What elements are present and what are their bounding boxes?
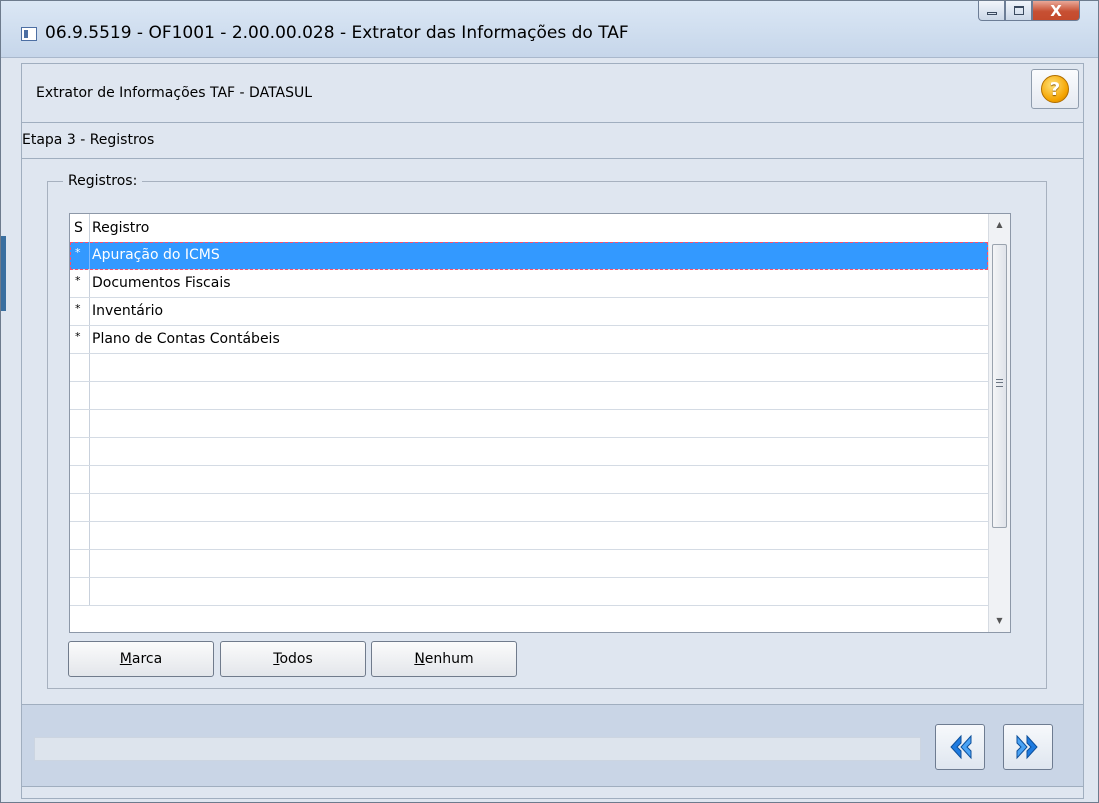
empty-cell (70, 438, 90, 465)
empty-cell (70, 578, 90, 605)
empty-cell (70, 494, 90, 521)
empty-cell (70, 354, 90, 381)
empty-row (70, 494, 988, 522)
empty-row (70, 354, 988, 382)
table-row[interactable]: * Documentos Fiscais (70, 270, 988, 298)
minimize-icon (986, 12, 997, 15)
double-right-arrow-icon (1016, 734, 1038, 760)
empty-row (70, 578, 988, 606)
empty-row (70, 382, 988, 410)
header-title: Extrator de Informações TAF - DATASUL (36, 85, 313, 101)
maximize-button[interactable] (1005, 1, 1032, 21)
column-header-registro[interactable]: Registro (90, 214, 988, 242)
nenhum-button[interactable]: Nenhum (371, 641, 517, 677)
back-button[interactable] (935, 724, 985, 770)
registros-grid[interactable]: S Registro * Apuração do ICMS * Documentos … (69, 213, 1011, 633)
close-icon: X (1050, 1, 1062, 20)
table-row[interactable]: * Apuração do ICMS (70, 242, 988, 270)
table-row[interactable]: * Plano de Contas Contábeis (70, 326, 988, 354)
empty-row (70, 410, 988, 438)
empty-cell (70, 410, 90, 437)
background-window-edge (1, 236, 6, 311)
forward-button[interactable] (1003, 724, 1053, 770)
help-icon: ? (1041, 75, 1069, 103)
marca-label: arca (131, 651, 163, 667)
nenhum-mnemonic: N (414, 651, 425, 667)
marca-button[interactable]: Marca (68, 641, 214, 677)
todos-button[interactable]: Todos (220, 641, 366, 677)
step-bar: Etapa 3 - Registros (21, 123, 1084, 159)
app-icon (21, 27, 37, 41)
grip-icon (996, 379, 1003, 387)
main-window: 06.9.5519 - OF1001 - 2.00.00.028 - Extra… (0, 0, 1099, 803)
empty-row (70, 522, 988, 550)
cell-selection-mark: * (70, 326, 90, 353)
empty-cell (70, 550, 90, 577)
cell-registro: Plano de Contas Contábeis (92, 331, 280, 347)
table-row[interactable]: * Inventário (70, 298, 988, 326)
empty-row (70, 550, 988, 578)
cell-selection-mark: * (70, 298, 90, 325)
step-title: Etapa 3 - Registros (22, 132, 155, 148)
groupbox-label: Registros: (63, 173, 143, 189)
cell-registro: Inventário (92, 303, 164, 319)
header-panel: Extrator de Informações TAF - DATASUL ? (21, 63, 1084, 123)
empty-cell (70, 522, 90, 549)
close-button[interactable]: X (1032, 1, 1080, 21)
empty-cell (70, 382, 90, 409)
maximize-icon (1013, 6, 1024, 15)
double-left-arrow-icon (950, 734, 972, 760)
bottom-strip (21, 787, 1084, 799)
marca-mnemonic: M (119, 651, 132, 667)
cell-registro: Documentos Fiscais (92, 275, 231, 291)
window-title: 06.9.5519 - OF1001 - 2.00.00.028 - Extra… (45, 23, 629, 43)
minimize-button[interactable] (978, 1, 1005, 21)
window-controls: X (978, 1, 1080, 37)
scroll-up-icon[interactable]: ▲ (989, 216, 1010, 234)
column-header-s[interactable]: S (70, 214, 90, 242)
cell-selection-mark: * (70, 242, 90, 269)
scroll-down-icon[interactable]: ▼ (989, 612, 1010, 630)
nenhum-label: enhum (424, 651, 474, 667)
empty-row (70, 438, 988, 466)
navigation-footer (21, 704, 1084, 787)
empty-row (70, 466, 988, 494)
cell-selection-mark: * (70, 270, 90, 297)
help-button[interactable]: ? (1031, 69, 1079, 109)
todos-label: odos (279, 651, 313, 667)
scroll-thumb[interactable] (992, 244, 1007, 528)
empty-cell (70, 466, 90, 493)
grid-header: S Registro (70, 214, 988, 243)
grid-rows: * Apuração do ICMS * Documentos Fiscais * Inv… (70, 242, 988, 606)
title-bar[interactable]: 06.9.5519 - OF1001 - 2.00.00.028 - Extra… (1, 1, 1098, 58)
vertical-scrollbar[interactable]: ▲ ▼ (988, 214, 1010, 632)
cell-registro: Apuração do ICMS (92, 247, 220, 263)
status-field (34, 737, 921, 761)
